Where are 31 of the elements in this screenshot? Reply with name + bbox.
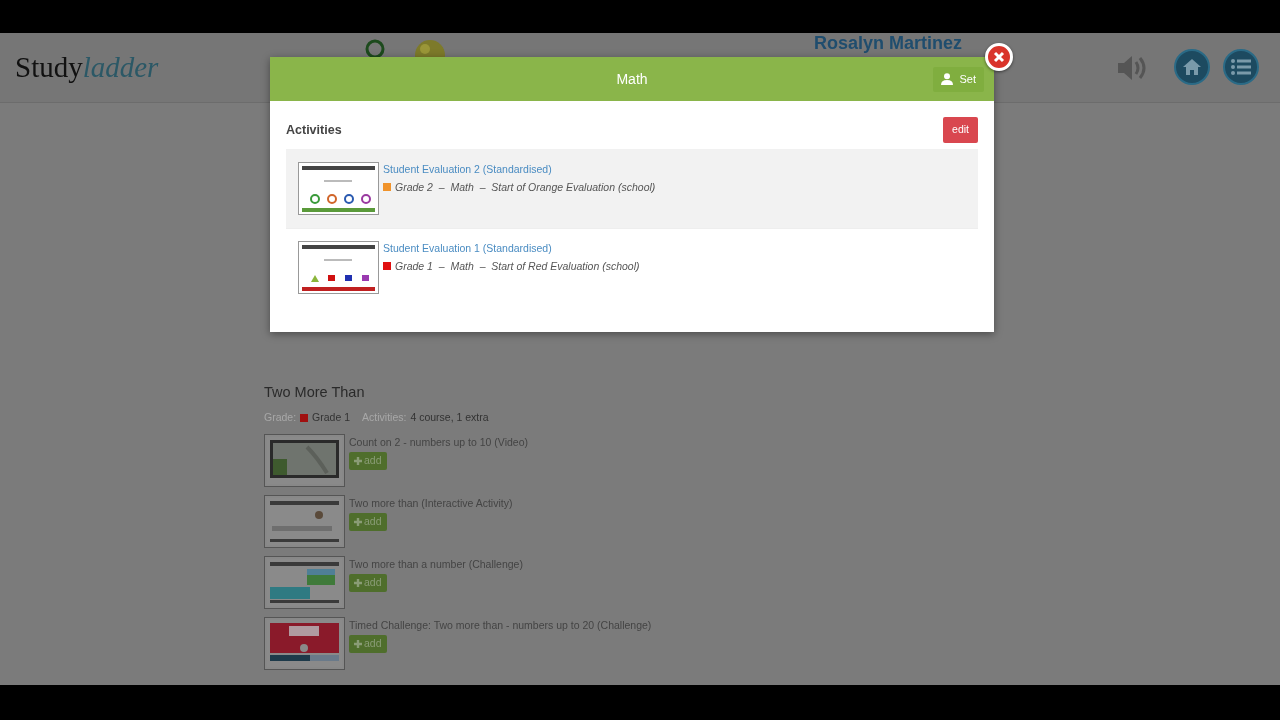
set-button[interactable]: Set — [933, 67, 984, 92]
plus-icon — [354, 579, 362, 588]
logo-text: Study — [15, 49, 83, 85]
activity-details: Grade 2 – Math – Start of Orange Evaluation (school) — [395, 179, 656, 195]
add-button[interactable]: add — [349, 452, 387, 470]
activity-row[interactable]: Student Evaluation 1 (Standardised) Grade 1 – Math – Start of Red Evaluation (school) — [286, 228, 978, 308]
home-button[interactable] — [1174, 49, 1210, 85]
activity-row[interactable]: Student Evaluation 2 (Standardised) Grade 2 – Math – Start of Orange Evaluation (school) — [286, 149, 978, 229]
edit-button[interactable]: edit — [943, 117, 978, 143]
unit-title: Two More Than — [264, 383, 366, 402]
close-icon — [993, 51, 1005, 63]
add-button[interactable]: add — [349, 635, 387, 653]
activity-link[interactable]: Student Evaluation 1 (Standardised) — [383, 240, 640, 257]
menu-icon — [1231, 59, 1251, 75]
modal-title: Math — [616, 69, 648, 89]
plus-icon — [354, 457, 362, 466]
activities-count: 4 course, 1 extra — [410, 409, 489, 425]
speaker-icon[interactable] — [1116, 54, 1148, 82]
plus-icon — [354, 640, 362, 649]
plus-icon — [354, 518, 362, 527]
add-button[interactable]: add — [349, 513, 387, 531]
menu-button[interactable] — [1223, 49, 1259, 85]
section-title: Activities — [286, 121, 342, 139]
logo-accent-text: ladder — [82, 49, 159, 85]
user-name[interactable]: Rosalyn Martinez — [814, 34, 963, 54]
activity-details: Grade 1 – Math – Start of Red Evaluation (school) — [395, 258, 640, 274]
home-icon — [1182, 58, 1202, 76]
person-icon — [941, 73, 954, 86]
grade-value: Grade 1 — [312, 409, 351, 425]
add-button[interactable]: add — [349, 574, 387, 592]
activity-link[interactable]: Student Evaluation 2 (Standardised) — [383, 161, 656, 178]
